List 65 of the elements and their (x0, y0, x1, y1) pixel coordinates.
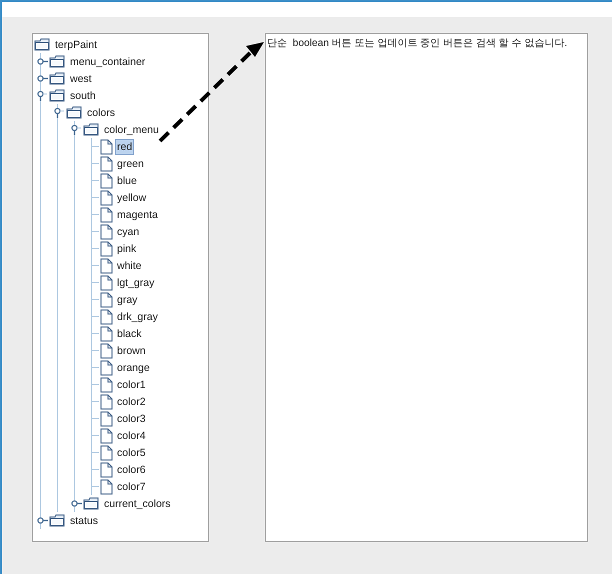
file-icon (100, 274, 113, 290)
tree-item[interactable]: red (115, 138, 134, 154)
expand-handle[interactable] (71, 124, 82, 135)
tree-item[interactable]: orange (115, 360, 152, 376)
file-icon (100, 190, 113, 206)
folder-icon (49, 72, 66, 85)
folder-icon (49, 89, 66, 102)
folder-icon (83, 497, 100, 510)
file-icon (100, 172, 113, 188)
file-icon (100, 360, 113, 376)
file-icon (100, 308, 113, 324)
expand-handle[interactable] (37, 58, 48, 65)
tree-item[interactable]: color4 (115, 428, 148, 444)
tree-item[interactable]: blue (115, 172, 139, 188)
file-icon (100, 138, 113, 154)
tree-item[interactable]: color5 (115, 444, 148, 460)
file-icon (100, 240, 113, 256)
tree-item[interactable]: brown (115, 342, 148, 358)
tree-item[interactable]: magenta (115, 206, 160, 222)
file-icon (100, 206, 113, 222)
tree-item[interactable]: color1 (115, 376, 148, 392)
tree-item[interactable]: white (115, 258, 144, 274)
folder-icon (49, 55, 66, 68)
tree-item[interactable]: color2 (115, 394, 148, 410)
tree-item[interactable]: drk_gray (115, 308, 160, 324)
file-icon (100, 292, 113, 308)
file-icon (100, 326, 113, 342)
file-icon (100, 428, 113, 444)
file-icon (100, 478, 113, 494)
file-icon (100, 224, 113, 240)
expand-handle[interactable] (37, 75, 48, 82)
tree-item[interactable]: cyan (115, 224, 142, 240)
tree-item[interactable]: green (115, 156, 146, 172)
tree-item[interactable]: yellow (115, 190, 148, 206)
tree-item[interactable]: color7 (115, 478, 148, 494)
message-text: 단순 boolean 버튼 또는 업데이트 중인 버튼은 검색 할 수 없습니다. (265, 33, 588, 542)
expand-handle[interactable] (37, 517, 48, 524)
file-icon (100, 394, 113, 410)
tree-item[interactable]: lgt_gray (115, 274, 156, 290)
file-icon (100, 156, 113, 172)
tree-item[interactable]: color3 (115, 410, 148, 426)
tree-item[interactable]: status (68, 512, 100, 528)
folder-icon (66, 106, 83, 119)
tree-item[interactable]: terpPaint (53, 36, 100, 52)
file-icon (100, 444, 113, 460)
tree-item[interactable]: south (68, 88, 98, 104)
file-icon (100, 410, 113, 426)
tree-item[interactable]: black (115, 326, 144, 342)
file-icon (100, 342, 113, 358)
file-icon (100, 376, 113, 392)
tree-item[interactable]: colors (85, 104, 118, 120)
file-icon (100, 462, 113, 478)
tree-item[interactable]: current_colors (102, 496, 173, 512)
expand-handle[interactable] (54, 108, 64, 118)
tree-item[interactable]: color6 (115, 462, 148, 478)
file-icon (100, 258, 113, 274)
expand-handle[interactable] (71, 500, 82, 507)
tree-item[interactable]: west (68, 70, 94, 86)
tree-item[interactable]: pink (115, 240, 138, 256)
folder-icon (83, 123, 100, 136)
folder-icon (49, 514, 66, 527)
tree-item[interactable]: color_menu (102, 122, 161, 138)
tree-item[interactable]: menu_container (68, 54, 148, 70)
tree-item[interactable]: gray (115, 292, 140, 308)
expand-handle[interactable] (37, 90, 48, 101)
